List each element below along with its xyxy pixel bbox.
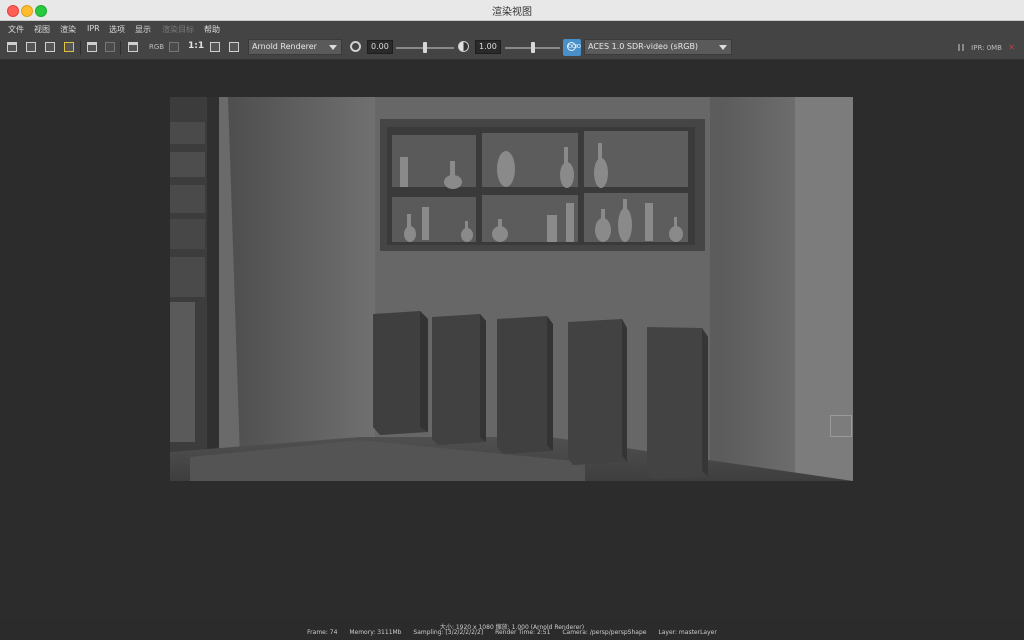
memory-label: Memory: 3111Mb xyxy=(349,629,402,636)
refresh-ipr-icon[interactable] xyxy=(86,41,98,53)
stop-render-icon xyxy=(104,41,116,53)
ocio-toggle-button[interactable]: OCIO xyxy=(563,39,581,56)
exposure-slider-handle[interactable] xyxy=(423,42,427,53)
close-icon[interactable]: ✕ xyxy=(1008,43,1015,52)
menu-help[interactable]: 帮助 xyxy=(204,24,220,35)
render-region-marker[interactable] xyxy=(830,415,852,437)
gamma-field[interactable]: 1.00 xyxy=(475,40,501,54)
gamma-slider-handle[interactable] xyxy=(531,42,535,53)
pause-icon[interactable] xyxy=(958,44,964,51)
menu-view[interactable]: 视图 xyxy=(34,24,50,35)
rgb-channel-button[interactable]: RGB xyxy=(149,43,164,51)
renderer-dropdown[interactable]: Arnold Renderer xyxy=(248,39,342,55)
redo-render-icon[interactable] xyxy=(6,41,18,53)
menu-render-targets: 渲染目标 xyxy=(162,25,194,34)
chevron-down-icon xyxy=(329,45,337,50)
menu-render[interactable]: 渲染 xyxy=(60,24,76,35)
one-to-one-button[interactable]: 1:1 xyxy=(188,41,204,51)
frame-label: Frame: 74 xyxy=(307,629,338,636)
layer-label: Layer: masterLayer xyxy=(658,629,717,636)
sampling-label: Sampling: [3/2/2/2/2/2] xyxy=(413,629,484,636)
title-bar: 渲染视图 xyxy=(0,0,1024,21)
remove-image-icon[interactable] xyxy=(228,41,240,53)
menu-file[interactable]: 文件 xyxy=(8,24,24,35)
gamma-icon[interactable] xyxy=(458,41,469,52)
render-time-label: Render Time: 2:51 xyxy=(495,629,551,636)
render-scene xyxy=(170,97,853,481)
checker-icon[interactable] xyxy=(168,41,180,53)
chevron-down-icon xyxy=(719,45,727,50)
menu-display[interactable]: 显示 xyxy=(135,24,151,35)
menu-options[interactable]: 选项 xyxy=(109,24,125,35)
menu-bar: 文件 视图 渲染 IPR 选项 显示 渲染目标 帮助 xyxy=(0,21,1024,37)
render-settings-icon[interactable] xyxy=(127,41,139,53)
exposure-icon[interactable] xyxy=(350,41,361,52)
exposure-field[interactable]: 0.00 xyxy=(367,40,393,54)
toolbar: RGB 1:1 Arnold Renderer 0.00 1.00 OCIO A… xyxy=(0,37,1024,60)
snapshot-icon[interactable] xyxy=(44,41,56,53)
render-stats-line: Frame: 74 Memory: 3111Mb Sampling: [3/2/… xyxy=(0,629,1024,636)
renderer-value: Arnold Renderer xyxy=(252,42,317,51)
rendered-image xyxy=(170,97,853,481)
ipr-render-icon[interactable] xyxy=(63,41,75,53)
menu-ipr[interactable]: IPR xyxy=(87,24,100,33)
keep-image-icon[interactable] xyxy=(209,41,221,53)
camera-label: Camera: /persp/perspShape xyxy=(562,629,647,636)
color-space-dropdown[interactable]: ACES 1.0 SDR-video (sRGB) xyxy=(584,39,732,55)
ocio-icon: OCIO xyxy=(567,42,581,51)
window-title: 渲染视图 xyxy=(492,7,532,18)
toolbar-separator xyxy=(80,41,81,55)
color-space-value: ACES 1.0 SDR-video (sRGB) xyxy=(588,42,699,51)
toolbar-separator xyxy=(120,41,121,55)
ipr-memory-label: IPR: 0MB xyxy=(971,44,1002,52)
render-region-icon[interactable] xyxy=(25,41,37,53)
